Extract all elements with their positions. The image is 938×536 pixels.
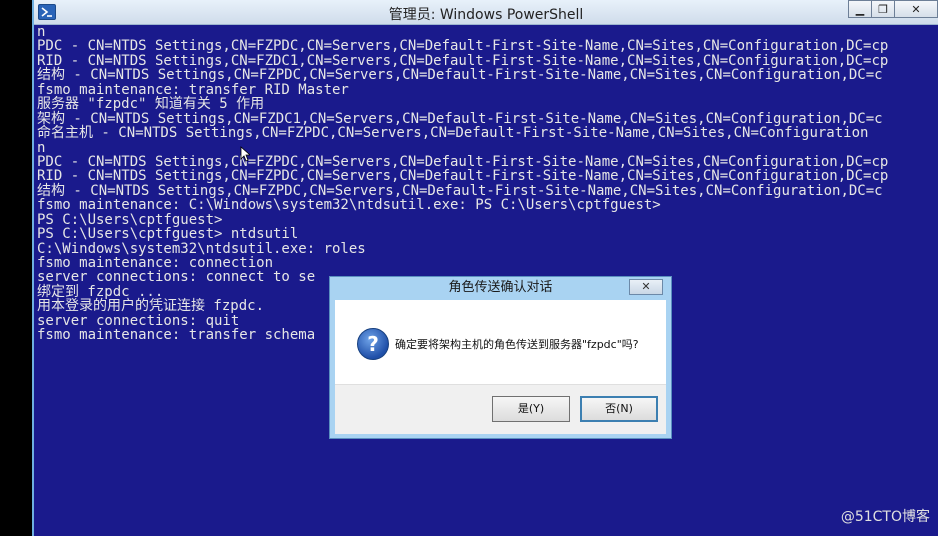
console-line: PDC - CN=NTDS Settings,CN=FZPDC,CN=Serve… — [37, 38, 889, 55]
question-icon: ? — [357, 328, 389, 360]
dialog-title: 角色传送确认对话 — [448, 280, 553, 295]
console-line: PS C:\Users\cptfguest> — [37, 211, 223, 228]
console-line: n — [37, 139, 46, 156]
console-line: n — [37, 25, 46, 40]
console-line: 架构 - CN=NTDS Settings,CN=FZDC1,CN=Server… — [37, 110, 883, 127]
console-line: RID - CN=NTDS Settings,CN=FZPDC,CN=Serve… — [37, 168, 889, 185]
console-line: PDC - CN=NTDS Settings,CN=FZPDC,CN=Serve… — [37, 153, 889, 170]
yes-button[interactable]: 是(Y) — [492, 396, 570, 422]
minimize-button[interactable]: ▁ — [848, 0, 872, 18]
console-line: C:\Windows\system32\ntdsutil.exe: roles — [37, 240, 366, 257]
no-button[interactable]: 否(N) — [580, 396, 658, 422]
console-line: 服务器 "fzpdc" 知道有关 5 作用 — [37, 96, 265, 113]
console-line: RID - CN=NTDS Settings,CN=FZDC1,CN=Serve… — [37, 52, 889, 69]
console-line: 命名主机 - CN=NTDS Settings,CN=FZPDC,CN=Serv… — [37, 125, 869, 142]
maximize-button[interactable]: ❐ — [871, 0, 895, 18]
close-button[interactable]: ✕ — [894, 0, 938, 18]
title-bar[interactable]: 管理员: Windows PowerShell ▁ ❐ ✕ — [34, 0, 938, 25]
dialog-message: 确定要将架构主机的角色传送到服务器"fzpdc"吗? — [395, 338, 639, 351]
desktop-background — [0, 0, 32, 536]
mouse-cursor-icon — [240, 146, 250, 162]
watermark: @51CTO博客 — [840, 509, 930, 525]
dialog-message-area: ? 确定要将架构主机的角色传送到服务器"fzpdc"吗? — [335, 300, 666, 384]
console-line: PS C:\Users\cptfguest> ntdsutil — [37, 226, 299, 243]
window-title: 管理员: Windows PowerShell — [388, 7, 584, 23]
role-transfer-confirm-dialog: 角色传送确认对话 ✕ ? 确定要将架构主机的角色传送到服务器"fzpdc"吗? … — [329, 276, 672, 439]
console-line: fsmo maintenance: connection — [37, 255, 274, 271]
powershell-window: 管理员: Windows PowerShell ▁ ❐ ✕ n PDC - CN=… — [32, 0, 938, 536]
window-controls: ▁ ❐ ✕ — [848, 0, 938, 20]
dialog-close-button[interactable]: ✕ — [629, 279, 663, 295]
console-line: 结构 - CN=NTDS Settings,CN=FZPDC,CN=Server… — [37, 67, 883, 84]
console-line: 结构 - CN=NTDS Settings,CN=FZPDC,CN=Server… — [37, 182, 883, 199]
console-line: fsmo maintenance: C:\Windows\system32\nt… — [37, 197, 661, 214]
